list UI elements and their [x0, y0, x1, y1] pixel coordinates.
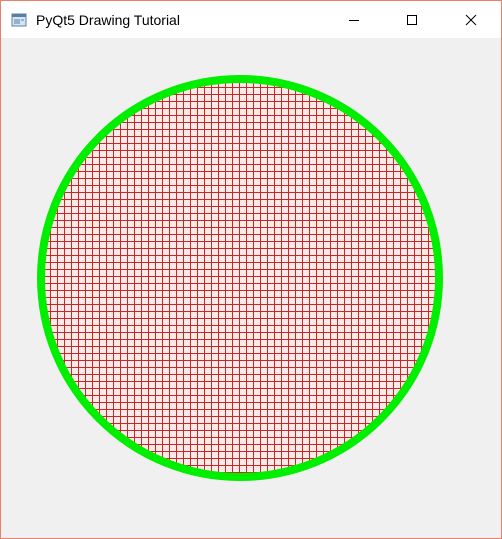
- maximize-icon: [407, 14, 417, 25]
- close-button[interactable]: [448, 1, 494, 38]
- window-title: PyQt5 Drawing Tutorial: [36, 12, 180, 28]
- grid-filled-circle: [37, 75, 443, 481]
- maximize-button[interactable]: [389, 1, 435, 38]
- close-icon: [465, 14, 477, 25]
- pyqt-window-icon: [11, 13, 27, 27]
- drawing-canvas: [37, 75, 443, 481]
- title-bar[interactable]: PyQt5 Drawing Tutorial: [1, 1, 501, 38]
- minimize-button[interactable]: [331, 1, 377, 38]
- app-window: PyQt5 Drawing Tutorial: [0, 0, 502, 539]
- minimize-icon: [349, 19, 359, 21]
